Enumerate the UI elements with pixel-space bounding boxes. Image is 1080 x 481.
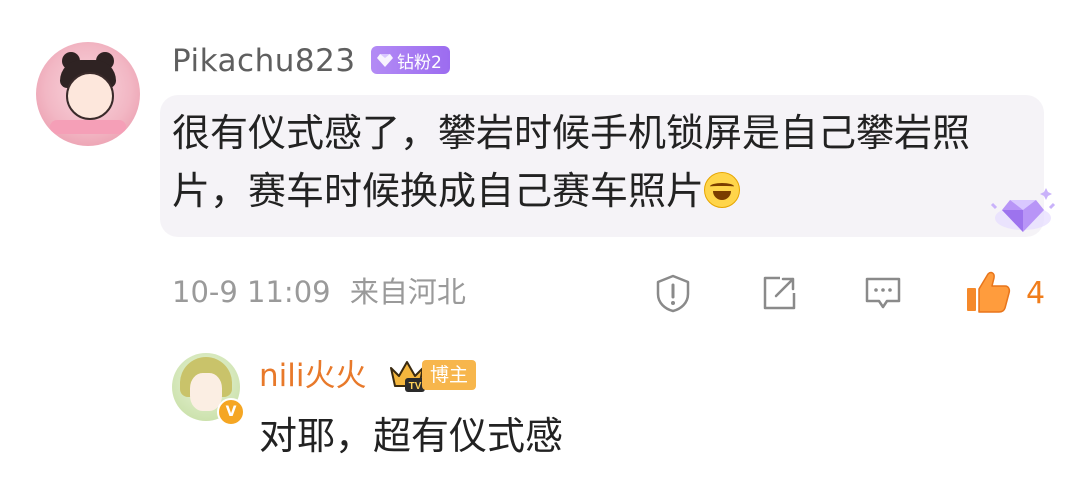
crown-tv-icon: TV [390, 361, 425, 392]
comment-text: 很有仪式感了，攀岩时候手机锁屏是自己攀岩照片，赛车时候换成自己赛车照片 [172, 104, 1012, 220]
svg-text:TV: TV [409, 381, 422, 392]
report-icon[interactable] [652, 272, 694, 314]
replier-username[interactable]: nili火火 [259, 356, 367, 396]
commenter-avatar[interactable] [36, 42, 140, 146]
verified-icon [217, 398, 245, 426]
laughing-tears-emoji-icon [704, 172, 741, 208]
diamond-icon [377, 54, 393, 67]
like-count: 4 [1026, 276, 1046, 311]
comment-icon[interactable] [862, 272, 904, 314]
comment-meta: 10-9 11:09 来自河北 [172, 272, 466, 312]
comment-time: 10-9 11:09 [172, 275, 331, 309]
commenter-username[interactable]: Pikachu823 [172, 43, 356, 79]
comment-text-content: 很有仪式感了，攀岩时候手机锁屏是自己攀岩照片，赛车时候换成自己赛车照片 [172, 111, 971, 213]
blogger-badge: 博主 [422, 360, 477, 390]
fan-level-label: 钻粉2 [397, 52, 442, 73]
diamond-fan-emblem-icon [990, 188, 1056, 232]
comment-location: 来自河北 [349, 275, 466, 309]
reply-text: 对耶，超有仪式感 [259, 414, 564, 458]
fan-level-badge: 钻粉2 [371, 46, 450, 74]
share-icon[interactable] [758, 272, 800, 314]
like-icon[interactable] [964, 268, 1012, 314]
